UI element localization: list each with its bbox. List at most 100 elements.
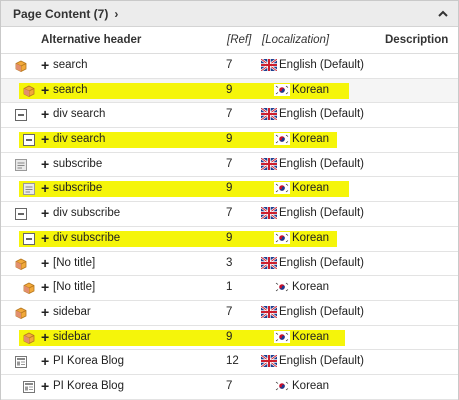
ref-value: 7: [226, 108, 233, 121]
div-box-icon[interactable]: [15, 109, 27, 122]
list-item[interactable]: + sidebar 7 English (Default): [1, 301, 458, 326]
content-cube-icon[interactable]: [15, 307, 27, 319]
news-list-icon[interactable]: [15, 356, 27, 369]
ref-value: 7: [226, 207, 233, 220]
panel-title: Page Content (7): [13, 6, 109, 21]
ref-value: 9: [226, 231, 233, 244]
content-cube-icon[interactable]: [15, 258, 27, 270]
content-title-link[interactable]: [No title]: [53, 281, 95, 293]
korea-flag-icon: [274, 182, 290, 195]
korea-flag-icon: [274, 231, 290, 244]
content-title-link[interactable]: div subscribe: [53, 207, 120, 219]
content-title-link[interactable]: subscribe: [53, 182, 102, 194]
list-item[interactable]: + search 7 English (Default): [1, 54, 458, 79]
add-content-icon[interactable]: +: [41, 106, 49, 122]
ref-value: 9: [226, 133, 233, 146]
form-icon[interactable]: [23, 183, 35, 196]
uk-flag-icon: [260, 58, 278, 72]
add-content-icon[interactable]: +: [41, 205, 49, 221]
localization-language: Korean: [292, 231, 330, 244]
add-content-icon[interactable]: +: [41, 57, 49, 73]
korea-flag-icon: [274, 379, 290, 392]
column-description: Description: [385, 34, 449, 46]
list-item[interactable]: + PI Korea Blog 12 English (Default): [1, 350, 458, 375]
add-content-icon[interactable]: +: [41, 353, 49, 369]
list-item[interactable]: + div search 7 English (Default): [1, 103, 458, 129]
content-title-link[interactable]: search: [53, 84, 88, 96]
uk-flag-icon: [260, 156, 278, 171]
chevron-up-icon: [438, 10, 448, 17]
korea-flag-icon: [274, 281, 290, 294]
uk-flag-icon: [260, 255, 278, 270]
list-item[interactable]: + [No title] 1 Korean: [1, 276, 458, 301]
localization-language: Korean: [292, 182, 330, 195]
list-item[interactable]: + [No title] 3 English (Default): [1, 252, 458, 277]
content-title-link[interactable]: PI Korea Blog: [53, 380, 124, 392]
add-content-icon[interactable]: +: [41, 180, 49, 196]
add-content-icon[interactable]: +: [41, 255, 49, 271]
panel-header[interactable]: Page Content (7) ›: [1, 1, 458, 27]
div-box-icon[interactable]: [23, 232, 35, 245]
korea-flag-icon: [274, 133, 290, 146]
column-alternative-header: Alternative header: [41, 34, 142, 46]
content-title-link[interactable]: PI Korea Blog: [53, 355, 124, 367]
localization-language: Korean: [292, 330, 330, 343]
ref-value: 1: [226, 281, 233, 294]
localization-language: Korean: [292, 133, 330, 146]
content-cube-icon[interactable]: [23, 85, 35, 97]
column-localization: [Localization]: [262, 34, 330, 46]
add-content-icon[interactable]: +: [41, 304, 49, 320]
column-header-row: Alternative header [Ref] [Localization] …: [1, 27, 458, 54]
list-item[interactable]: + search 9 Korean: [1, 78, 458, 104]
content-title-link[interactable]: subscribe: [53, 158, 102, 170]
content-cube-icon[interactable]: [23, 332, 35, 344]
localization-language: English (Default): [279, 108, 365, 121]
form-icon[interactable]: [15, 158, 27, 171]
ref-value: 9: [226, 330, 233, 343]
list-item[interactable]: + subscribe 9 Korean: [1, 177, 458, 203]
content-cube-icon[interactable]: [15, 60, 27, 72]
list-item[interactable]: + subscribe 7 English (Default): [1, 153, 458, 178]
ref-value: 9: [226, 182, 233, 195]
add-content-icon[interactable]: +: [41, 131, 49, 147]
collapse-button[interactable]: [436, 7, 450, 21]
add-content-icon[interactable]: +: [41, 230, 49, 246]
news-list-icon[interactable]: [23, 380, 35, 393]
content-list: + search 7 English (Default) + search 9 Korean +…: [1, 54, 458, 400]
add-content-icon[interactable]: +: [41, 279, 49, 295]
localization-language: Korean: [292, 281, 330, 294]
list-item[interactable]: + div search 9 Korean: [1, 128, 458, 153]
content-title-link[interactable]: sidebar: [53, 331, 91, 343]
add-content-icon[interactable]: +: [41, 329, 49, 345]
content-title-link[interactable]: div search: [53, 133, 105, 145]
ref-value: 7: [226, 59, 233, 71]
div-box-icon[interactable]: [15, 208, 27, 221]
korea-flag-icon: [274, 330, 290, 343]
localization-language: English (Default): [279, 256, 365, 269]
add-content-icon[interactable]: +: [41, 156, 49, 172]
uk-flag-icon: [260, 354, 278, 369]
content-title-link[interactable]: sidebar: [53, 306, 91, 318]
ref-value: 7: [226, 379, 233, 392]
ref-value: 12: [226, 355, 239, 368]
list-item[interactable]: + div subscribe 9 Korean: [1, 227, 458, 252]
div-box-icon[interactable]: [23, 134, 35, 147]
korea-flag-icon: [274, 83, 290, 96]
page-content-panel: Page Content (7) › Alternative header [R…: [0, 0, 459, 400]
list-item[interactable]: + PI Korea Blog 7 Korean: [1, 375, 458, 400]
content-cube-icon[interactable]: [23, 282, 35, 295]
add-content-icon[interactable]: +: [41, 82, 49, 98]
uk-flag-icon: [260, 107, 278, 122]
list-item[interactable]: + sidebar 9 Korean: [1, 326, 458, 351]
localization-language: English (Default): [279, 157, 365, 170]
list-item[interactable]: + div subscribe 7 English (Default): [1, 202, 458, 227]
localization-language: Korean: [292, 379, 330, 392]
content-title-link[interactable]: div subscribe: [53, 232, 120, 244]
ref-value: 9: [226, 83, 233, 96]
content-title-link[interactable]: search: [53, 59, 88, 71]
add-content-icon[interactable]: +: [41, 378, 49, 394]
uk-flag-icon: [260, 304, 278, 319]
content-title-link[interactable]: [No title]: [53, 257, 95, 269]
content-title-link[interactable]: div search: [53, 108, 105, 120]
chevron-right-icon[interactable]: ›: [114, 7, 118, 21]
